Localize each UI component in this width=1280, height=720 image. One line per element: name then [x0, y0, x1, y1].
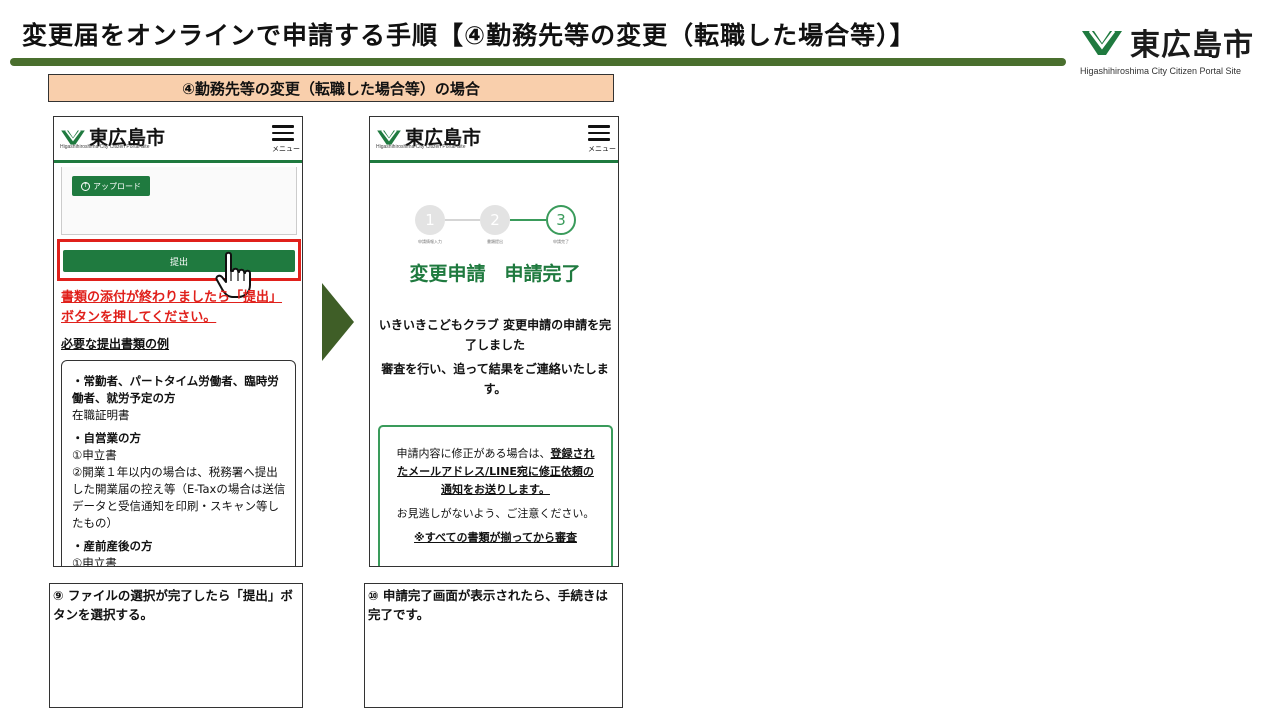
step-2-label: 書類提出	[487, 239, 503, 244]
page-title: 変更届をオンラインで申請する手順【④勤務先等の変更（転職した場合等）】	[22, 21, 916, 50]
documents-list: ・常勤者、パートタイム労働者、臨時労働者、就労予定の方 在職証明書 ・自営業の方…	[61, 360, 296, 567]
required-documents-title: 必要な提出書類の例	[61, 337, 170, 351]
city-emblem-icon	[61, 129, 85, 145]
phone-logo-subtitle: Higashihiroshima City Citizen Portal Sit…	[376, 144, 466, 150]
brand-subtitle: Higashihiroshima City Citizen Portal Sit…	[1080, 66, 1242, 76]
document-heading: ・自営業の方	[72, 431, 141, 445]
notice-text: 申請内容に修正がある場合は、	[396, 447, 551, 460]
step-2-indicator: 2	[480, 205, 510, 235]
menu-button[interactable]: メニュー	[588, 125, 616, 154]
upload-button[interactable]: ↑ アップロード	[72, 176, 150, 196]
submit-highlight-frame: 提出	[57, 239, 301, 281]
upload-button-label: アップロード	[93, 181, 141, 191]
menu-button[interactable]: メニュー	[272, 125, 300, 154]
submit-button[interactable]: 提出	[63, 250, 295, 272]
notice-footnote: ※すべての書類が揃ってから審査	[414, 531, 577, 544]
step-1-label: 申請情報入力	[418, 239, 442, 244]
phone-screen-submit: 東広島市 Higashihiroshima City Citizen Porta…	[53, 116, 303, 567]
document-text: ①申立書	[72, 556, 117, 567]
document-text: ①申立書	[72, 448, 117, 462]
document-text: 在職証明書	[72, 408, 130, 422]
submit-instruction-note: 書類の添付が終わりましたら「提出」ボタンを押してください。	[61, 290, 283, 325]
menu-label: メニュー	[588, 144, 616, 153]
notice-box: 申請内容に修正がある場合は、登録されたメールアドレス/LINE宛に修正依頼の通知…	[378, 425, 613, 566]
upload-icon: ↑	[81, 181, 90, 191]
city-emblem-icon	[1082, 30, 1122, 55]
phone-header: 東広島市 Higashihiroshima City Citizen Porta…	[54, 117, 302, 163]
menu-label: メニュー	[272, 144, 300, 153]
city-emblem-icon	[377, 129, 401, 145]
step-connector	[510, 219, 546, 221]
step-3-indicator: 3	[546, 205, 576, 235]
step-3-label: 申請完了	[553, 239, 569, 244]
step-10-caption: ⑩ 申請完了画面が表示されたら、手続きは完了です。	[364, 583, 623, 708]
phone-logo-subtitle: Higashihiroshima City Citizen Portal Sit…	[60, 144, 150, 150]
step-1-indicator: 1	[415, 205, 445, 235]
hamburger-icon	[588, 125, 610, 128]
phone-screen-complete: 東広島市 Higashihiroshima City Citizen Porta…	[369, 116, 619, 567]
progress-steps: 1 2 3 申請情報入力 書類提出 申請完了	[370, 205, 618, 245]
step-connector	[445, 219, 480, 221]
next-step-arrow-icon	[322, 283, 354, 361]
document-heading: ・常勤者、パートタイム労働者、臨時労働者、就労予定の方	[72, 374, 279, 405]
hamburger-icon	[272, 125, 294, 128]
document-heading: ・産前産後の方	[72, 539, 153, 553]
brand-logo: 東広島市 Higashihiroshima City Citizen Porta…	[1080, 20, 1275, 76]
completion-title: 変更申請 申請完了	[409, 263, 581, 285]
section-label: ④勤務先等の変更（転職した場合等）の場合	[48, 74, 614, 102]
step-9-caption: ⑨ ファイルの選択が完了したら「提出」ボタンを選択する。	[49, 583, 303, 708]
notice-caution: お見逃しがないよう、ご注意ください。	[396, 507, 595, 520]
completion-message: いきいきこどもクラブ 変更申請の申請を完了しました	[378, 318, 612, 352]
phone-header: 東広島市 Higashihiroshima City Citizen Porta…	[370, 117, 618, 163]
document-text: ②開業１年以内の場合は、税務署へ提出した開業届の控え等（E-Taxの場合は送信デ…	[72, 465, 286, 530]
upload-area: ↑ アップロード	[61, 167, 297, 235]
title-divider	[10, 58, 1066, 66]
review-message: 審査を行い、追って結果をご連絡いたします。	[381, 362, 609, 396]
brand-name: 東広島市	[1130, 28, 1254, 63]
